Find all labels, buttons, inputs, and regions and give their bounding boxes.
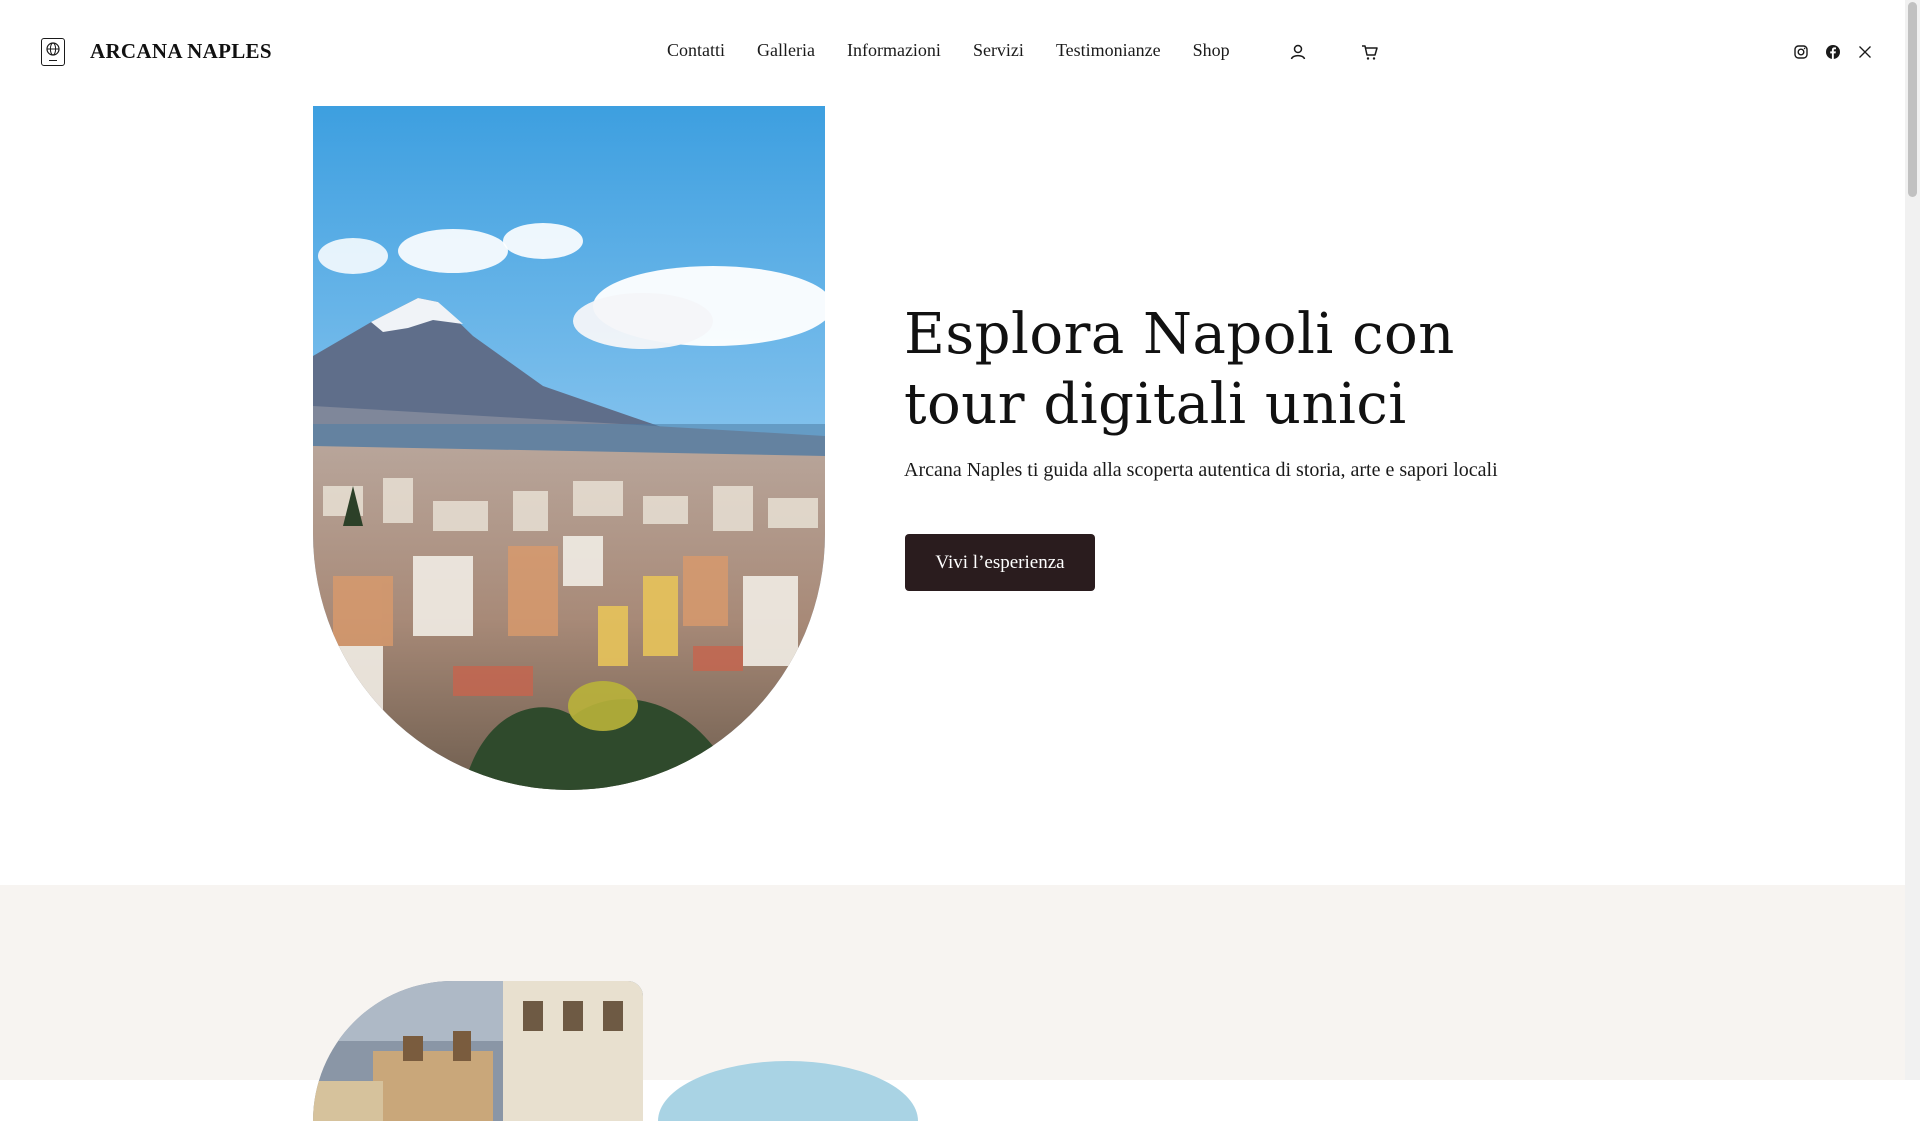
nav-item-servizi[interactable]: Servizi [973,40,1024,61]
hero-title: Esplora Napoli con tour digitali unici [904,300,1455,440]
hero-subtitle: Arcana Naples ti guida alla scoperta aut… [904,459,1498,481]
main-nav: Contatti Galleria Informazioni Servizi T… [667,40,1262,61]
instagram-icon[interactable] [1793,44,1809,60]
nav-item-testimonianze[interactable]: Testimonianze [1056,40,1161,61]
cart-icon[interactable] [1360,42,1380,62]
x-icon[interactable] [1857,44,1873,60]
hero-image-naples-vesuvius [313,106,825,790]
page-scrollbar[interactable] [1905,0,1920,1080]
hero-title-line1: Esplora Napoli con [904,302,1455,367]
facebook-icon[interactable] [1825,44,1841,60]
hero-title-line2: tour digitali unici [904,372,1407,437]
nav-item-shop[interactable]: Shop [1193,40,1230,61]
user-icon[interactable] [1288,42,1308,62]
globe-passport-icon[interactable] [41,38,65,66]
site-header: ARCANA NAPLES Contatti Galleria Informaz… [0,0,1905,106]
nav-item-informazioni[interactable]: Informazioni [847,40,941,61]
scrollbar-thumb[interactable] [1908,2,1917,197]
nav-item-galleria[interactable]: Galleria [757,40,815,61]
brand-name[interactable]: ARCANA NAPLES [90,39,272,64]
experience-button[interactable]: Vivi l’esperienza [905,534,1095,591]
secondary-section [0,885,1905,1080]
nav-item-contatti[interactable]: Contatti [667,40,725,61]
